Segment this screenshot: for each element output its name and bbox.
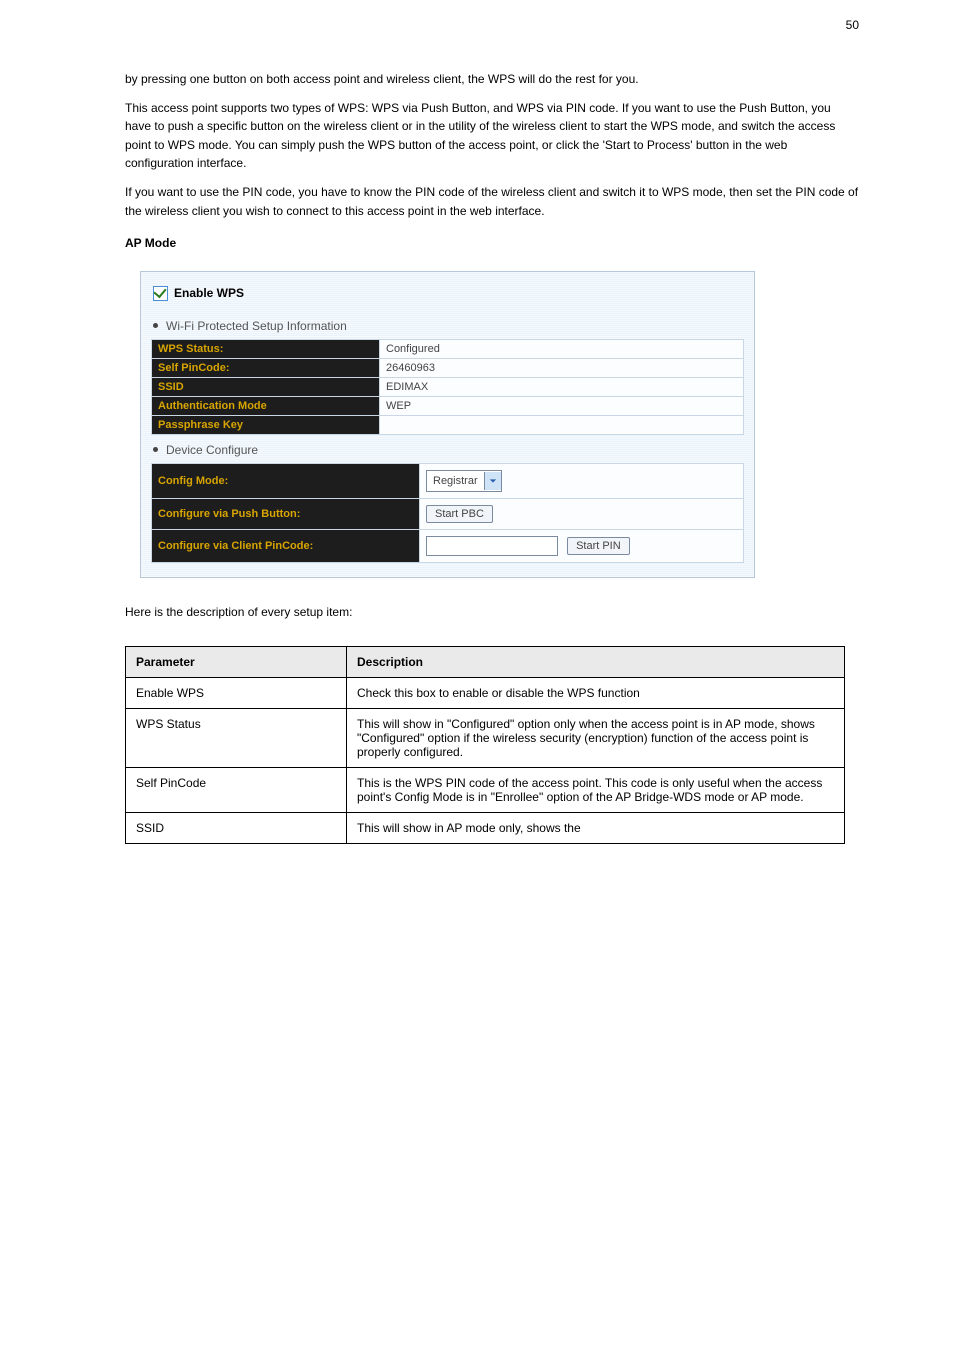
description-table: Parameter Description Enable WPS Check t… — [125, 646, 845, 844]
intro-text: by pressing one button on both access po… — [125, 70, 859, 253]
bullet-icon — [153, 447, 158, 452]
wps-config-panel: Enable WPS Wi-Fi Protected Setup Informa… — [140, 271, 755, 578]
wps-info-section-title: Wi-Fi Protected Setup Information — [151, 311, 744, 339]
label-config-mode: Config Mode: — [152, 463, 420, 498]
start-pbc-button[interactable]: Start PBC — [426, 505, 493, 523]
desc-text-self-pincode: This is the WPS PIN code of the access p… — [347, 768, 845, 813]
desc-param-ssid: SSID — [126, 813, 347, 844]
label-self-pincode: Self PinCode: — [152, 358, 380, 377]
label-configure-push-button: Configure via Push Button: — [152, 498, 420, 529]
wps-info-table: WPS Status: Configured Self PinCode: 264… — [151, 339, 744, 435]
row-configure-client-pincode: Configure via Client PinCode: Start PIN — [152, 529, 744, 562]
config-mode-select[interactable]: Registrar — [426, 470, 502, 492]
desc-text-wps-status: This will show in "Configured" option on… — [347, 709, 845, 768]
device-configure-section-title: Device Configure — [151, 435, 744, 463]
ap-mode-heading: AP Mode — [125, 234, 859, 253]
page-number: 50 — [846, 18, 859, 32]
desc-param-enable-wps: Enable WPS — [126, 678, 347, 709]
chevron-down-icon — [484, 472, 501, 490]
start-pin-button[interactable]: Start PIN — [567, 537, 630, 555]
device-configure-table: Config Mode: Registrar Configure via Pus… — [151, 463, 744, 563]
desc-row-wps-status: WPS Status This will show in "Configured… — [126, 709, 845, 768]
desc-text-ssid: This will show in AP mode only, shows th… — [347, 813, 845, 844]
desc-param-self-pincode: Self PinCode — [126, 768, 347, 813]
enable-wps-label: Enable WPS — [174, 286, 244, 300]
desc-row-ssid: SSID This will show in AP mode only, sho… — [126, 813, 845, 844]
desc-header-description: Description — [347, 647, 845, 678]
value-self-pincode: 26460963 — [380, 358, 744, 377]
desc-param-wps-status: WPS Status — [126, 709, 347, 768]
desc-text-enable-wps: Check this box to enable or disable the … — [347, 678, 845, 709]
desc-row-enable-wps: Enable WPS Check this box to enable or d… — [126, 678, 845, 709]
row-passphrase-key: Passphrase Key — [152, 415, 744, 434]
desc-row-self-pincode: Self PinCode This is the WPS PIN code of… — [126, 768, 845, 813]
client-pincode-input[interactable] — [426, 536, 558, 556]
desc-header-parameter: Parameter — [126, 647, 347, 678]
value-passphrase-key — [380, 415, 744, 434]
label-configure-client-pincode: Configure via Client PinCode: — [152, 529, 420, 562]
note-text: Here is the description of every setup i… — [125, 603, 859, 622]
row-ssid: SSID EDIMAX — [152, 377, 744, 396]
value-ssid: EDIMAX — [380, 377, 744, 396]
row-config-mode: Config Mode: Registrar — [152, 463, 744, 498]
row-self-pincode: Self PinCode: 26460963 — [152, 358, 744, 377]
row-auth-mode: Authentication Mode WEP — [152, 396, 744, 415]
value-auth-mode: WEP — [380, 396, 744, 415]
label-passphrase-key: Passphrase Key — [152, 415, 380, 434]
row-wps-status: WPS Status: Configured — [152, 339, 744, 358]
label-ssid: SSID — [152, 377, 380, 396]
label-auth-mode: Authentication Mode — [152, 396, 380, 415]
enable-wps-checkbox[interactable] — [153, 286, 168, 301]
value-wps-status: Configured — [380, 339, 744, 358]
bullet-icon — [153, 323, 158, 328]
row-configure-push-button: Configure via Push Button: Start PBC — [152, 498, 744, 529]
label-wps-status: WPS Status: — [152, 339, 380, 358]
